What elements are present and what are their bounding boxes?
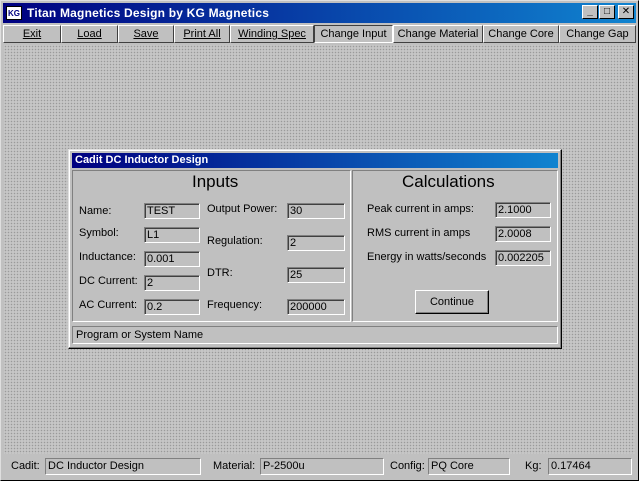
calculations-heading: Calculations [402, 172, 495, 191]
dc-current-field[interactable]: 2 [144, 275, 200, 291]
inductance-label: Inductance: [79, 251, 136, 263]
dtr-label: DTR: [207, 267, 233, 279]
status-bar: Cadit: DC Inductor Design Material: P-25… [3, 456, 636, 478]
name-field[interactable]: TEST [144, 203, 200, 219]
config-label: Config: [390, 460, 425, 472]
symbol-label: Symbol: [79, 227, 119, 239]
maximize-button[interactable]: □ [599, 5, 615, 19]
calculations-panel: Calculations Peak current in amps: 2.100… [352, 170, 558, 322]
change-input-label: Change Input [320, 28, 387, 40]
dc-current-label: DC Current: [79, 275, 138, 287]
dc-inductor-dialog: Cadit DC Inductor Design Inputs Name: TE… [68, 149, 562, 349]
change-core-label: Change Core [488, 28, 554, 40]
change-input-button[interactable]: Change Input [314, 25, 393, 43]
frequency-label: Frequency: [207, 299, 263, 311]
output-power-label: Output Power: [207, 203, 278, 215]
symbol-field[interactable]: L1 [144, 227, 200, 243]
change-gap-button[interactable]: Change Gap [559, 25, 636, 43]
cadit-value: DC Inductor Design [45, 458, 201, 475]
kg-value: 0.17464 [548, 458, 632, 475]
energy-field: 0.002205 [495, 250, 551, 266]
main-window: KG Titan Magnetics Design by KG Magnetic… [0, 0, 639, 481]
energy-label: Energy in watts/seconds [367, 251, 487, 263]
close-button[interactable]: ✕ [618, 5, 634, 19]
peak-current-label: Peak current in amps: [367, 203, 474, 215]
change-material-button[interactable]: Change Material [393, 25, 483, 43]
app-icon[interactable]: KG [6, 6, 22, 20]
load-button[interactable]: Load [61, 25, 118, 43]
toolbar: Exit Load Save Print All Winding Spec Ch… [3, 25, 636, 43]
print-all-label: Print All [183, 28, 221, 40]
minimize-button[interactable]: _ [582, 5, 598, 19]
winding-spec-button[interactable]: Winding Spec [230, 25, 314, 43]
program-name-status: Program or System Name [72, 326, 558, 344]
rms-current-label: RMS current in amps [367, 227, 471, 239]
material-label: Material: [213, 460, 256, 472]
exit-button[interactable]: Exit [3, 25, 61, 43]
exit-label: Exit [22, 28, 42, 40]
config-value: PQ Core [428, 458, 510, 475]
save-button[interactable]: Save [118, 25, 174, 43]
cadit-label: Cadit: [11, 460, 40, 472]
continue-button[interactable]: Continue [415, 290, 489, 314]
save-label: Save [133, 28, 159, 40]
name-label: Name: [79, 205, 112, 217]
window-title: Titan Magnetics Design by KG Magnetics [27, 6, 270, 20]
print-all-button[interactable]: Print All [174, 25, 230, 43]
inputs-panel: Inputs Name: TEST Symbol: L1 Inductance:… [72, 170, 351, 322]
dialog-title: Cadit DC Inductor Design [72, 153, 558, 168]
window-controls: _ □ ✕ [581, 5, 634, 19]
kg-label: Kg: [525, 460, 542, 472]
continue-label: Continue [429, 296, 475, 308]
inputs-heading: Inputs [192, 172, 239, 191]
ac-current-field[interactable]: 0.2 [144, 299, 200, 315]
regulation-label: Regulation: [207, 235, 263, 247]
peak-current-field: 2.1000 [495, 202, 551, 218]
change-material-label: Change Material [397, 28, 479, 40]
inductance-field[interactable]: 0.001 [144, 251, 200, 267]
ac-current-label: AC Current: [79, 299, 138, 311]
change-core-button[interactable]: Change Core [483, 25, 559, 43]
frequency-field[interactable]: 200000 [287, 299, 345, 315]
load-label: Load [77, 28, 102, 40]
regulation-field[interactable]: 2 [287, 235, 345, 251]
winding-spec-label: Winding Spec [238, 28, 306, 40]
change-gap-label: Change Gap [566, 28, 629, 40]
rms-current-field: 2.0008 [495, 226, 551, 242]
title-bar[interactable]: KG Titan Magnetics Design by KG Magnetic… [3, 3, 636, 23]
material-value: P-2500u [260, 458, 384, 475]
dtr-field[interactable]: 25 [287, 267, 345, 283]
output-power-field[interactable]: 30 [287, 203, 345, 219]
